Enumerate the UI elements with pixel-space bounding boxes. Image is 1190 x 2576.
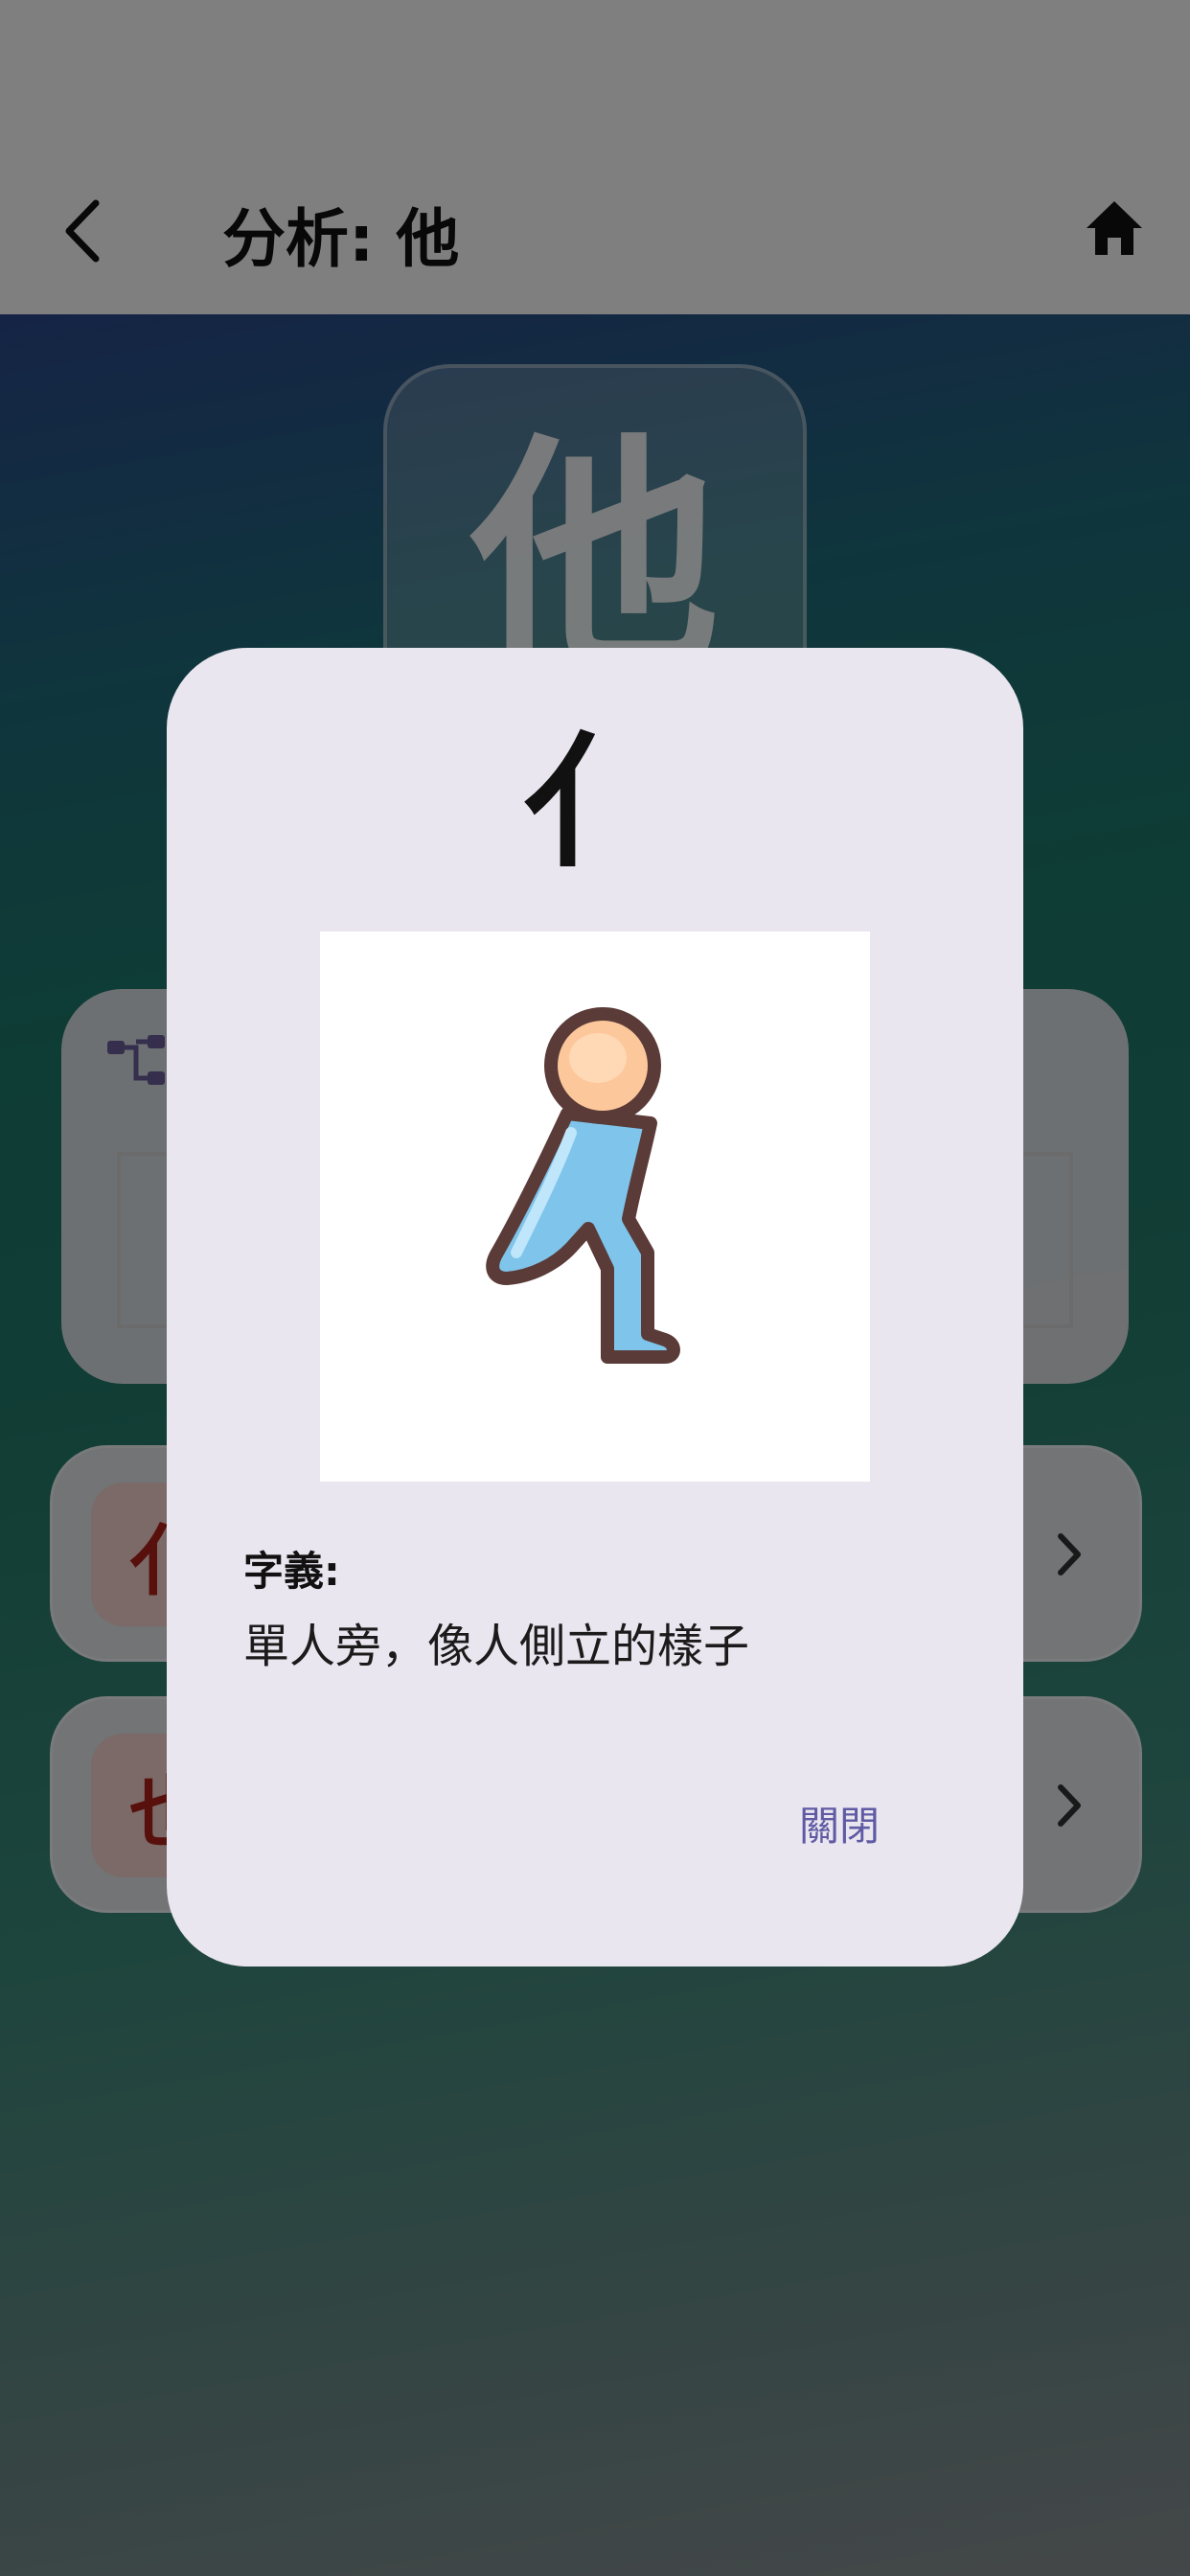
standing-person-icon bbox=[486, 1007, 680, 1364]
meaning-text: 單人旁，像人側立的樣子 bbox=[243, 1620, 750, 1673]
meaning-label: 字義: bbox=[243, 1548, 340, 1595]
radical-dialog: 亻 字義: 單人旁，像人側立的樣子 關閉 bbox=[167, 648, 1023, 1966]
close-button[interactable]: 關閉 bbox=[799, 1794, 880, 1852]
dialog-title: 亻 bbox=[522, 721, 667, 887]
radical-illustration bbox=[320, 932, 870, 1482]
